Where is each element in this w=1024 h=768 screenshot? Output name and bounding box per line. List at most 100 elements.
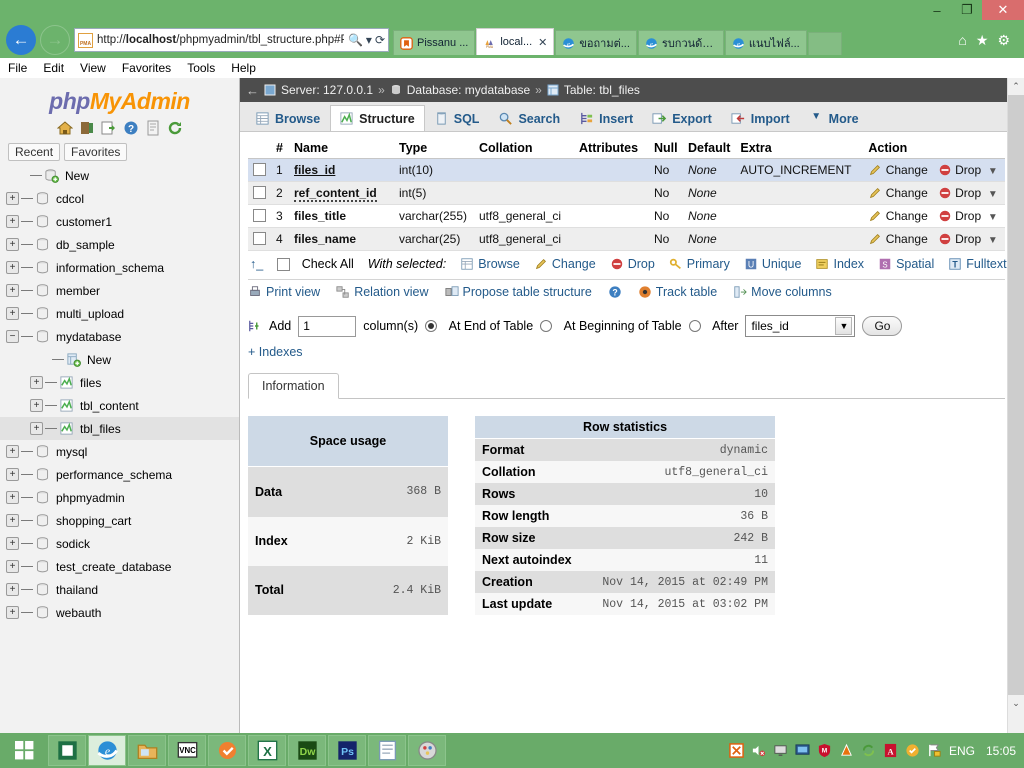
change-link[interactable]: Change (886, 232, 928, 246)
minimize-button[interactable]: – (922, 0, 952, 20)
menu-favorites[interactable]: Favorites (122, 61, 171, 75)
tree-expander[interactable]: + (6, 284, 19, 297)
tab-browse[interactable]: Browse (246, 105, 330, 131)
drop-link[interactable]: Drop (955, 163, 981, 177)
col-attributes[interactable]: Attributes (574, 138, 649, 159)
radio-button[interactable] (425, 320, 437, 332)
col-default[interactable]: Default (683, 138, 735, 159)
tab-structure[interactable]: Structure (330, 105, 425, 131)
relation-view-link[interactable]: Relation view (336, 285, 428, 299)
logout-icon[interactable] (79, 120, 95, 136)
column-name[interactable]: ref_content_id (294, 186, 377, 202)
tree-item-information-schema[interactable]: + information_schema (0, 256, 239, 279)
taskbar-item-vnc-viewer[interactable]: VNC (168, 735, 206, 766)
tree-item-member[interactable]: + member (0, 279, 239, 302)
start-button[interactable] (2, 733, 46, 768)
column-name[interactable]: files_title (294, 209, 346, 223)
col-null[interactable]: Null (649, 138, 683, 159)
tree-item-cdcol[interactable]: + cdcol (0, 187, 239, 210)
tree-expander[interactable]: + (6, 445, 19, 458)
change-link[interactable]: Change (886, 163, 928, 177)
wiki-icon[interactable] (145, 120, 161, 136)
with-selected-unique[interactable]: U Unique (744, 257, 802, 271)
display-icon[interactable] (795, 743, 810, 758)
select-all-arrow-icon[interactable]: ↑_ (250, 257, 263, 271)
tree-expander[interactable]: + (6, 491, 19, 504)
breadcrumb-back-icon[interactable]: ← (246, 83, 259, 98)
scroll-thumb[interactable] (1008, 95, 1024, 695)
tree-expander[interactable]: + (30, 399, 43, 412)
docs-icon[interactable]: ? (123, 120, 139, 136)
chevron-down-icon[interactable]: ▼ (988, 189, 998, 200)
xampp-icon[interactable] (729, 743, 744, 758)
with-selected-drop[interactable]: Drop (610, 257, 655, 271)
radio-after[interactable]: After (689, 319, 739, 333)
tree-item-new-table[interactable]: New (0, 348, 239, 371)
tab-close-icon[interactable]: ✕ (538, 36, 547, 49)
menu-tools[interactable]: Tools (187, 61, 215, 75)
home-icon[interactable] (57, 120, 73, 136)
column-name[interactable]: files_id (294, 163, 335, 177)
sync-icon[interactable] (861, 743, 876, 758)
menu-view[interactable]: View (80, 61, 106, 75)
tree-expander[interactable]: + (6, 215, 19, 228)
column-count-input[interactable] (298, 316, 356, 337)
col-name[interactable]: Name (289, 138, 394, 159)
row-checkbox[interactable] (253, 232, 266, 245)
taskbar-item-internet-explorer[interactable]: e (88, 735, 126, 766)
maximize-button[interactable]: ❐ (952, 0, 982, 20)
drop-link[interactable]: Drop (955, 209, 981, 223)
tree-expander[interactable]: − (6, 330, 19, 343)
tab-search[interactable]: Search (489, 105, 570, 131)
tree-expander[interactable]: + (6, 514, 19, 527)
move-columns-link[interactable]: Move columns (733, 285, 832, 299)
check-all[interactable]: Check All (277, 257, 354, 271)
radio-at-end-of-table[interactable]: At End of Table (425, 319, 533, 333)
taskbar-item-excel-green[interactable] (48, 735, 86, 766)
vertical-scrollbar[interactable]: ⌃ ⌄ (1007, 78, 1024, 733)
with-selected-change[interactable]: Change (534, 257, 596, 271)
tree-item-webauth[interactable]: + webauth (0, 601, 239, 624)
tree-item-customer1[interactable]: + customer1 (0, 210, 239, 233)
vlc-icon[interactable] (839, 743, 854, 758)
go-button[interactable]: Go (862, 316, 902, 336)
breadcrumb-database[interactable]: Database: mydatabase (407, 83, 530, 97)
tree-expander[interactable]: + (6, 468, 19, 481)
search-icon[interactable]: 🔍 (348, 33, 363, 47)
information-tab[interactable]: Information (248, 373, 339, 399)
close-button[interactable]: ✕ (982, 0, 1024, 20)
taskbar-item-file-explorer[interactable] (128, 735, 166, 766)
with-selected-index[interactable]: Index (815, 257, 864, 271)
back-button[interactable]: ← (6, 25, 36, 55)
address-bar[interactable]: PMA http://localhost/phpmyadmin/tbl_stru… (74, 28, 389, 52)
row-checkbox[interactable] (253, 209, 266, 222)
with-selected-fulltext[interactable]: T Fulltext (948, 257, 1006, 271)
action-center-icon[interactable] (927, 743, 942, 758)
tree-item-mydatabase[interactable]: − mydatabase (0, 325, 239, 348)
change-link[interactable]: Change (886, 209, 928, 223)
tree-expander[interactable]: + (30, 376, 43, 389)
taskbar-item-orange-app[interactable] (208, 735, 246, 766)
recent-button[interactable]: Recent (8, 143, 60, 161)
browser-tab-4[interactable]: e แนบไฟล์... (725, 30, 807, 55)
chevron-down-icon[interactable]: ▼ (988, 235, 998, 246)
col-collation[interactable]: Collation (474, 138, 574, 159)
favorites-button[interactable]: Favorites (64, 143, 127, 161)
chevron-down-icon[interactable]: ▼ (988, 212, 998, 223)
taskbar-clock[interactable]: 15:05 (982, 744, 1016, 758)
tab-export[interactable]: Export (643, 105, 722, 131)
tree-expander[interactable]: + (6, 583, 19, 596)
updater-icon[interactable] (905, 743, 920, 758)
tree-item-new-db[interactable]: New (0, 164, 239, 187)
tree-item-sodick[interactable]: + sodick (0, 532, 239, 555)
change-link[interactable]: Change (886, 186, 928, 200)
forward-button[interactable]: → (40, 25, 70, 55)
tree-expander[interactable]: + (6, 560, 19, 573)
refresh-icon[interactable]: ⟳ (375, 33, 385, 47)
radio-at-beginning-of-table[interactable]: At Beginning of Table (540, 319, 681, 333)
browser-tab-0[interactable]: Pissanu ... (393, 30, 475, 55)
radio-button[interactable] (540, 320, 552, 332)
menu-file[interactable]: File (8, 61, 27, 75)
with-selected-spatial[interactable]: S Spatial (878, 257, 934, 271)
tree-item-tbl-files[interactable]: + tbl_files (0, 417, 239, 440)
